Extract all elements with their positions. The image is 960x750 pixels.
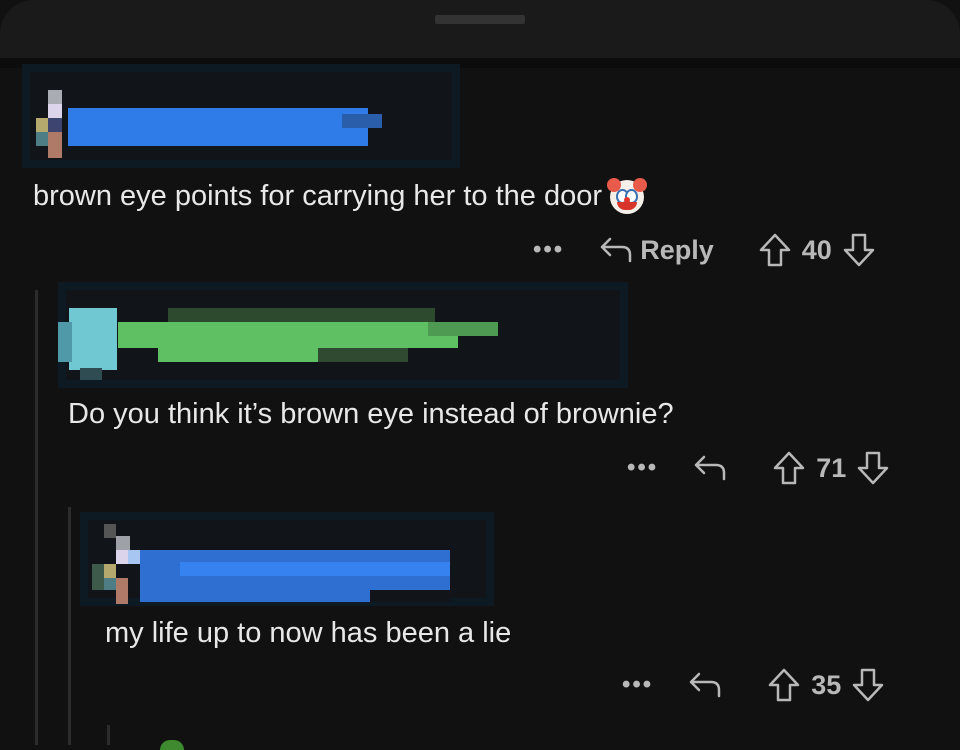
upvote-icon[interactable] [758,232,792,268]
next-comment-avatar[interactable] [160,740,184,750]
clown-face-emoji [607,178,648,215]
reply-button[interactable] [692,453,728,483]
more-options-icon[interactable]: ••• [627,454,658,482]
avatar[interactable] [92,524,140,604]
vote-count: 71 [816,452,847,483]
upvote-icon[interactable] [772,450,806,486]
comment-actions: ••• 71 [627,448,890,488]
comment-body: my life up to now has been a lie [105,617,512,649]
avatar[interactable] [58,308,118,380]
reply-label: Reply [640,234,714,265]
username-censored[interactable] [68,108,368,146]
reply-button[interactable]: Reply [598,235,714,266]
comment-body: brown eye points for carrying her to the… [33,178,648,215]
downvote-icon[interactable] [851,667,885,703]
censored-user-header[interactable] [58,282,628,388]
more-options-icon[interactable]: ••• [622,671,653,699]
avatar[interactable] [36,90,64,166]
censored-user-header[interactable] [22,64,460,168]
upvote-icon[interactable] [767,667,801,703]
thread-line[interactable] [68,507,71,745]
username-censored[interactable] [118,322,458,348]
bottom-sheet-header [0,0,960,58]
downvote-icon[interactable] [842,232,876,268]
comment-actions: ••• Reply 40 [533,230,876,270]
reply-button[interactable] [687,670,723,700]
vote-count: 40 [801,234,832,265]
censored-user-header[interactable] [80,512,494,606]
comment-body: Do you think it’s brown eye instead of b… [68,398,674,430]
comment-actions: ••• 35 [622,665,885,705]
reply-arrow-icon [600,237,632,263]
thread-line[interactable] [35,290,38,745]
thread-line[interactable] [107,725,110,745]
more-options-icon[interactable]: ••• [533,236,564,264]
reply-arrow-icon [694,455,726,481]
vote-count: 35 [811,669,842,700]
drag-handle[interactable] [435,15,525,24]
reply-arrow-icon [689,672,721,698]
downvote-icon[interactable] [856,450,890,486]
